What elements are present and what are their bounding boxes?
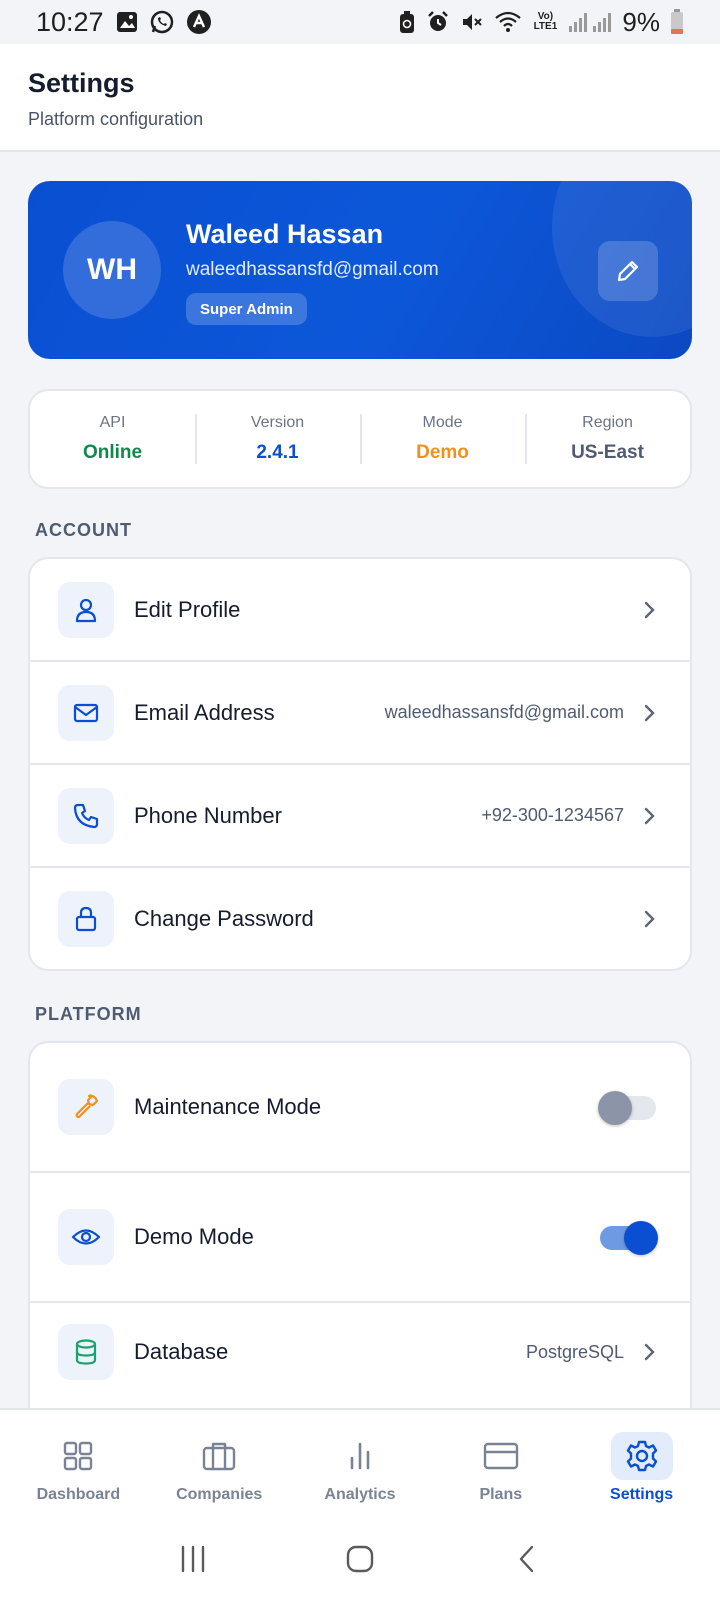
stat-value: Online [82,442,143,463]
chevron-right-icon [642,805,656,827]
edit-profile-button[interactable] [598,241,658,301]
demo-mode-row: Demo Mode [30,1173,690,1303]
mute-icon [460,10,484,34]
change-password-row[interactable]: Change Password [30,868,690,969]
row-value: PostgreSQL [525,1341,624,1362]
card-icon [470,1432,532,1480]
database-icon [58,1324,114,1380]
wrench-icon [58,1079,114,1135]
row-label: Maintenance Mode [134,1094,322,1119]
battery-icon [670,9,684,35]
nav-settings[interactable]: Settings [582,1410,702,1518]
stat-label: API [99,414,126,431]
status-bar: 10:27 Vo) LTE1 9% [0,0,720,44]
battery-saver-icon [398,10,416,34]
system-nav-bar [0,1518,720,1600]
stat-value: Demo [416,442,469,463]
bottom-nav: Dashboard Companies Analytics Plans Sett… [0,1408,720,1518]
mail-icon [58,684,114,741]
row-label: Edit Profile [134,596,241,622]
chevron-right-icon [642,599,656,621]
network-label: Vo) LTE1 [533,11,558,32]
row-label: Phone Number [134,802,282,828]
row-label: Email Address [134,699,275,725]
alarm-icon [426,10,450,34]
chevron-right-icon [642,702,656,724]
chevron-right-icon [642,1341,656,1363]
edit-profile-row[interactable]: Edit Profile [30,559,690,662]
stat-value: US-East [571,442,644,463]
stat-value: 2.4.1 [256,442,299,463]
gear-icon [610,1432,673,1480]
stat-label: Mode [422,414,463,431]
nav-label: Analytics [324,1486,396,1503]
profile-name: Waleed Hassan [186,219,384,249]
database-row[interactable]: Database PostgreSQL [30,1303,690,1407]
platform-section-title: PLATFORM [35,1004,142,1024]
demo-mode-toggle[interactable] [600,1221,658,1255]
profile-email: waleedhassansfd@gmail.com [186,259,439,280]
pencil-icon [615,258,641,284]
nav-dashboard[interactable]: Dashboard [18,1410,138,1518]
phone-number-row[interactable]: Phone Number +92-300-1234567 [30,765,690,868]
stat-mode: Mode Demo [360,414,525,464]
nav-analytics[interactable]: Analytics [300,1410,420,1518]
home-icon[interactable] [345,1544,375,1574]
page-subtitle: Platform configuration [28,109,204,129]
page-title: Settings [28,68,135,98]
avatar: WH [63,221,161,319]
briefcase-icon [188,1432,250,1480]
back-icon[interactable] [512,1544,542,1574]
eye-icon [58,1209,114,1265]
nav-label: Plans [479,1486,523,1503]
nav-companies[interactable]: Companies [159,1410,279,1518]
row-value: waleedhassansfd@gmail.com [384,702,624,722]
maintenance-mode-toggle[interactable] [598,1091,658,1125]
toggle-knob [598,1091,632,1125]
signal-icon [568,11,612,33]
row-label: Change Password [134,905,314,931]
app-icon [186,9,212,35]
account-section-title: ACCOUNT [35,520,132,540]
account-list: Edit Profile Email Address waleedhassans… [28,557,692,971]
role-badge: Super Admin [186,293,307,325]
stat-label: Region [582,414,633,431]
stat-version: Version 2.4.1 [195,414,360,464]
recent-apps-icon[interactable] [178,1544,208,1574]
lock-icon [58,890,114,947]
user-icon [58,581,114,638]
whatsapp-icon [150,10,174,34]
dashboard-icon [47,1432,109,1480]
battery-percent: 9% [622,6,660,37]
page-header: Settings Platform configuration [0,44,720,152]
email-address-row[interactable]: Email Address waleedhassansfd@gmail.com [30,662,690,765]
system-stats: API Online Version 2.4.1 Mode Demo Regio… [28,389,692,489]
analytics-icon [329,1432,391,1480]
stat-api: API Online [30,414,195,464]
phone-icon [58,787,114,844]
row-value: +92-300-1234567 [481,805,624,825]
nav-plans[interactable]: Plans [441,1410,561,1518]
status-time: 10:27 [36,6,104,37]
stat-label: Version [250,414,305,431]
nav-label: Companies [176,1486,263,1503]
nav-label: Settings [610,1486,674,1503]
platform-list: Maintenance Mode Demo Mode Database Post… [28,1041,692,1441]
wifi-icon [494,10,522,34]
chevron-right-icon [642,908,656,930]
nav-label: Dashboard [36,1486,121,1503]
row-label: Demo Mode [134,1224,254,1249]
profile-card: WH Waleed Hassan waleedhassansfd@gmail.c… [28,181,692,359]
stat-region: Region US-East [525,414,690,464]
toggle-knob [624,1221,658,1255]
gallery-icon [116,11,138,33]
row-label: Database [134,1339,229,1364]
maintenance-mode-row: Maintenance Mode [30,1043,690,1173]
